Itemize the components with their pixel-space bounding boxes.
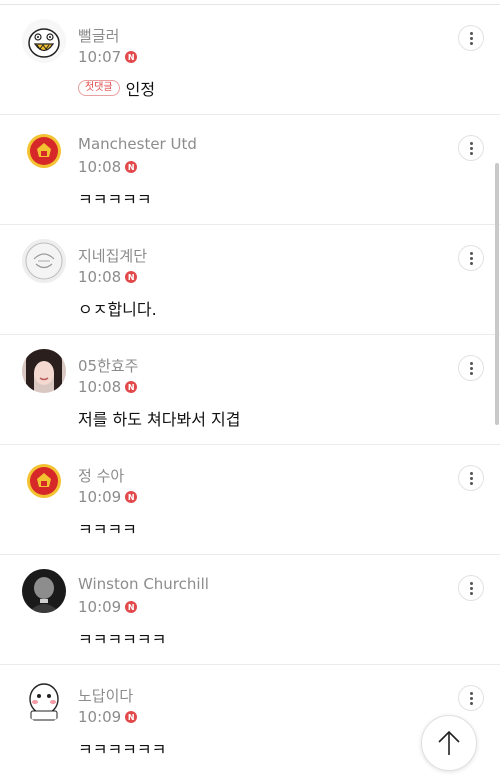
comment-text: ㅋㅋㅋㅋㅋㅋ	[78, 630, 167, 649]
comment-time: 10:08	[78, 158, 122, 176]
comment-time: 10:08	[78, 378, 122, 396]
comment-time: 10:08	[78, 268, 122, 286]
comment-body: 저를 하도 쳐다봐서 지겹	[78, 406, 240, 430]
avatar[interactable]	[22, 679, 66, 723]
more-options-icon[interactable]	[458, 685, 484, 711]
more-options-icon[interactable]	[458, 245, 484, 271]
comment-meta: 10:08 N	[78, 268, 138, 286]
comment-text: ㅋㅋㅋㅋㅋ	[78, 190, 152, 209]
avatar[interactable]	[22, 239, 66, 283]
comment-body: 첫댓글 인정	[78, 76, 155, 100]
more-options-icon[interactable]	[458, 465, 484, 491]
comment-time: 10:07	[78, 48, 122, 66]
comment-text: ㅇㅈ합니다.	[78, 300, 157, 319]
comment-meta: 10:08 N	[78, 158, 138, 176]
comment-time: 10:09	[78, 488, 122, 506]
comment-username[interactable]: 지네집계단	[78, 245, 147, 266]
comment-text: 저를 하도 쳐다봐서 지겹	[78, 410, 241, 429]
comment-text: 인정	[125, 80, 156, 99]
more-options-icon[interactable]	[458, 135, 484, 161]
new-badge-icon: N	[125, 491, 138, 503]
comment-item: 정 수아 10:09 N ㅋㅋㅋㅋ	[0, 445, 500, 555]
comment-meta: 10:09 N	[78, 598, 138, 616]
avatar[interactable]	[22, 19, 66, 63]
scrollbar[interactable]	[495, 163, 499, 425]
arrow-up-icon	[438, 730, 460, 755]
comment-time: 10:09	[78, 598, 122, 616]
comment-meta: 10:09 N	[78, 708, 138, 726]
new-badge-icon: N	[125, 381, 138, 393]
comment-item: Winston Churchill 10:09 N ㅋㅋㅋㅋㅋㅋ	[0, 555, 500, 665]
more-options-icon[interactable]	[458, 25, 484, 51]
new-badge-icon: N	[125, 51, 138, 63]
new-badge-icon: N	[125, 161, 138, 173]
comment-time: 10:09	[78, 708, 122, 726]
comment-body: ㅇㅈ합니다.	[78, 296, 157, 320]
comment-username[interactable]: 노답이다	[78, 685, 133, 706]
more-options-icon[interactable]	[458, 575, 484, 601]
scroll-to-top-button[interactable]	[421, 715, 477, 771]
comment-username[interactable]: Winston Churchill	[78, 575, 209, 593]
comment-body: ㅋㅋㅋㅋㅋㅋ	[78, 736, 166, 760]
comment-username[interactable]: Manchester Utd	[78, 135, 197, 153]
comment-body: ㅋㅋㅋㅋㅋ	[78, 186, 152, 210]
comment-body: ㅋㅋㅋㅋ	[78, 516, 137, 540]
avatar[interactable]	[22, 129, 66, 173]
comment-username[interactable]: 뻘글러	[78, 25, 119, 46]
more-options-icon[interactable]	[458, 355, 484, 381]
comment-item: 뻘글러 10:07 N 첫댓글 인정	[0, 5, 500, 115]
new-badge-icon: N	[125, 601, 138, 613]
comment-username[interactable]: 05한효주	[78, 355, 139, 376]
avatar[interactable]	[22, 349, 66, 393]
comment-meta: 10:08 N	[78, 378, 138, 396]
comment-username[interactable]: 정 수아	[78, 465, 124, 486]
comment-meta: 10:09 N	[78, 488, 138, 506]
comment-meta: 10:07 N	[78, 48, 138, 66]
comment-item: 05한효주 10:08 N 저를 하도 쳐다봐서 지겹	[0, 335, 500, 445]
comment-item: Manchester Utd 10:08 N ㅋㅋㅋㅋㅋ	[0, 115, 500, 225]
avatar[interactable]	[22, 569, 66, 613]
comment-body: ㅋㅋㅋㅋㅋㅋ	[78, 626, 166, 650]
first-comment-tag: 첫댓글	[78, 80, 120, 96]
new-badge-icon: N	[125, 271, 138, 283]
avatar[interactable]	[22, 459, 66, 503]
comment-text: ㅋㅋㅋㅋㅋㅋ	[78, 740, 167, 759]
comment-item: 지네집계단 10:08 N ㅇㅈ합니다.	[0, 225, 500, 335]
comment-text: ㅋㅋㅋㅋ	[78, 520, 137, 539]
new-badge-icon: N	[125, 711, 138, 723]
